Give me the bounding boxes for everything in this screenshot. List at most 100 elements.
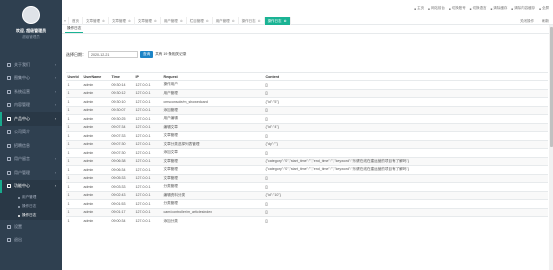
- sidebar-item-6[interactable]: 招聘信息: [0, 139, 62, 153]
- table-cell: 127.0.0.1: [134, 173, 162, 183]
- chevron-icon: ‹: [54, 116, 56, 121]
- tab-0[interactable]: 首页: [69, 17, 83, 25]
- toolbar-button-3[interactable]: ■ 切换语言: [470, 6, 487, 11]
- tab-3[interactable]: 文章管理 ⊗: [135, 17, 161, 25]
- submenu-item-label: 用户管理: [22, 195, 37, 199]
- table-cell: 编辑资料分类: [162, 190, 264, 200]
- table-cell: []: [264, 199, 548, 208]
- toolbar-label: 清除缓存: [493, 6, 508, 10]
- toolbar-button-6[interactable]: ■ 全屏: [539, 6, 549, 11]
- tab-4[interactable]: 用户管理 ⊗: [161, 17, 187, 25]
- sidebar-item-9[interactable]: 功能中心 ‹: [0, 179, 62, 193]
- chevron-icon: ‹: [54, 89, 56, 94]
- sidebar-item-label: 用户管理: [14, 169, 30, 175]
- sidebar-bottom-item-0[interactable]: 设置: [0, 220, 62, 234]
- sidebar-item-label: 设置: [14, 223, 22, 229]
- tab-8[interactable]: 操作日志 ⊗: [264, 17, 291, 25]
- toolbar-button-4[interactable]: ■ 清除缓存: [491, 6, 508, 11]
- close-icon[interactable]: ⊗: [232, 19, 235, 23]
- table-cell: 分类管理: [162, 182, 264, 191]
- sidebar-item-4[interactable]: 产品中心 ‹: [0, 112, 62, 126]
- table-row: 1 admin 09:30:12 127.0.0.1 用户管理[]: [66, 88, 548, 98]
- table-cell: 127.0.0.1: [134, 114, 162, 123]
- sidebar-item-0[interactable]: 关于我们 ‹: [0, 58, 62, 72]
- table-cell: 1: [66, 165, 82, 174]
- refresh-button[interactable]: 刷新: [540, 19, 551, 24]
- chevron-icon: ‹: [54, 157, 56, 162]
- sidebar-item-7[interactable]: 用户留言 ‹: [0, 153, 62, 167]
- tab-1[interactable]: 文章管理 ⊗: [83, 17, 109, 25]
- tab-6[interactable]: 用户管理 ⊗: [213, 17, 239, 25]
- toolbar-button-1[interactable]: ■ 网站前台: [428, 6, 445, 11]
- table-cell: 1: [66, 122, 82, 132]
- close-icon[interactable]: ⊗: [154, 19, 157, 23]
- close-icon[interactable]: ⊗: [128, 19, 131, 23]
- sidebar-item-8[interactable]: 用户管理 ‹: [0, 166, 62, 180]
- table-cell: admin: [82, 165, 110, 174]
- submenu-item[interactable]: 操作日志: [0, 211, 62, 220]
- close-icon[interactable]: ⊗: [102, 19, 105, 23]
- close-tabs-button[interactable]: 关闭操作: [518, 19, 536, 24]
- table-cell: []: [264, 131, 548, 140]
- table-row: 1 admin 09:03:33 127.0.0.1 分类管理[]: [66, 182, 548, 191]
- submenu-item-label: 操作日志: [22, 204, 37, 208]
- submenu-item[interactable]: 操作日志: [0, 202, 62, 211]
- column-header[interactable]: IP: [134, 72, 162, 81]
- tab-7[interactable]: 操作日志 ⊗: [239, 17, 265, 25]
- user-name[interactable]: 欢迎, 超级管理员: [16, 28, 46, 34]
- sidebar-bottom-item-1[interactable]: 退出: [0, 234, 62, 248]
- table-cell: {"id":"10"}: [264, 190, 548, 200]
- table-row: 1 admin 09:30:10 127.0.0.1 cmsconsole/m_show…: [66, 97, 548, 106]
- sidebar-item-5[interactable]: 公司简介: [0, 126, 62, 140]
- table-cell: 编辑文章: [162, 122, 264, 132]
- query-bar: 选择日期： 2020-12-21 查询 共有 19 条相关记录: [66, 51, 186, 58]
- toolbar-button-2[interactable]: ■ 切换账号: [449, 6, 466, 11]
- tab-scroll-left-icon[interactable]: «: [62, 17, 69, 25]
- close-icon[interactable]: ⊗: [180, 19, 183, 23]
- submenu-item[interactable]: 用户管理: [0, 193, 62, 202]
- table-cell: 09:06:38: [110, 156, 134, 166]
- toolbar-icon: ■: [511, 6, 514, 11]
- sidebar-item-label: 关于我们: [14, 61, 30, 67]
- toolbar-icon: ■: [414, 6, 417, 11]
- sidebar-item-1[interactable]: 图集中心 ‹: [0, 72, 62, 86]
- table-cell: 127.0.0.1: [134, 199, 162, 208]
- bullet-icon: [18, 205, 20, 208]
- sidebar: 欢迎, 超级管理员 超级管理员 关于我们 ‹ 图集中心 ‹ 系统运营 ‹ 内容管理 ‹ 产品中心…: [0, 0, 62, 270]
- table-cell: []: [264, 148, 548, 157]
- column-header[interactable]: Time: [110, 72, 134, 81]
- query-button[interactable]: 查询: [140, 51, 154, 58]
- tab-5[interactable]: 栏目管理 ⊗: [187, 17, 213, 25]
- sidebar-item-2[interactable]: 系统运营 ‹: [0, 85, 62, 99]
- avatar[interactable]: [22, 6, 40, 24]
- table-body: 1 admin 09:30:14 127.0.0.1 操作用户[] 1 admin 09:30…: [66, 80, 548, 225]
- toolbar-button-5[interactable]: ■ 清除内容缓存: [511, 6, 535, 11]
- sidebar-item-3[interactable]: 内容管理 ‹: [0, 99, 62, 113]
- toolbar: ■ 主页 ■ 网站前台 ■ 切换账号 ■ 切换语言 ■ 清除缓存 ■ 清除内容缓存 ■ 全屏: [414, 6, 549, 11]
- date-input[interactable]: 2020-12-21: [88, 51, 138, 58]
- column-header[interactable]: Request: [162, 72, 264, 81]
- table-row: 1 admin 09:06:38 127.0.0.1 文章管理 {"category":"…: [66, 156, 548, 166]
- tab-label: 首页: [72, 18, 79, 23]
- tab-label: 用户管理: [163, 18, 178, 23]
- table-cell: 1: [66, 139, 82, 149]
- table-cell: 添加分类: [162, 216, 264, 225]
- main-content: 操作日志 选择日期： 2020-12-21 查询 共有 19 条相关记录 Use…: [62, 25, 549, 270]
- edit-icon: [7, 103, 11, 108]
- toolbar-button-0[interactable]: ■ 主页: [414, 6, 424, 11]
- profile: 欢迎, 超级管理员 超级管理员: [0, 0, 62, 58]
- tab-operation-log[interactable]: 操作日志: [65, 25, 84, 33]
- close-icon[interactable]: ⊗: [284, 19, 287, 23]
- column-header[interactable]: UserId: [66, 72, 82, 81]
- column-header[interactable]: Content: [264, 72, 548, 81]
- close-icon[interactable]: ⊗: [206, 19, 209, 23]
- table-cell: admin: [82, 156, 110, 166]
- table-cell: []: [264, 207, 548, 217]
- column-header[interactable]: UserName: [82, 72, 110, 81]
- tab-2[interactable]: 文章管理 ⊗: [109, 17, 135, 25]
- sidebar-item-label: 功能中心: [14, 183, 30, 189]
- close-icon[interactable]: ⊗: [258, 19, 261, 23]
- toolbar-icon: ■: [469, 6, 472, 11]
- table-cell: 09:00:34: [110, 216, 134, 225]
- scrollbar-thumb[interactable]: [549, 27, 553, 147]
